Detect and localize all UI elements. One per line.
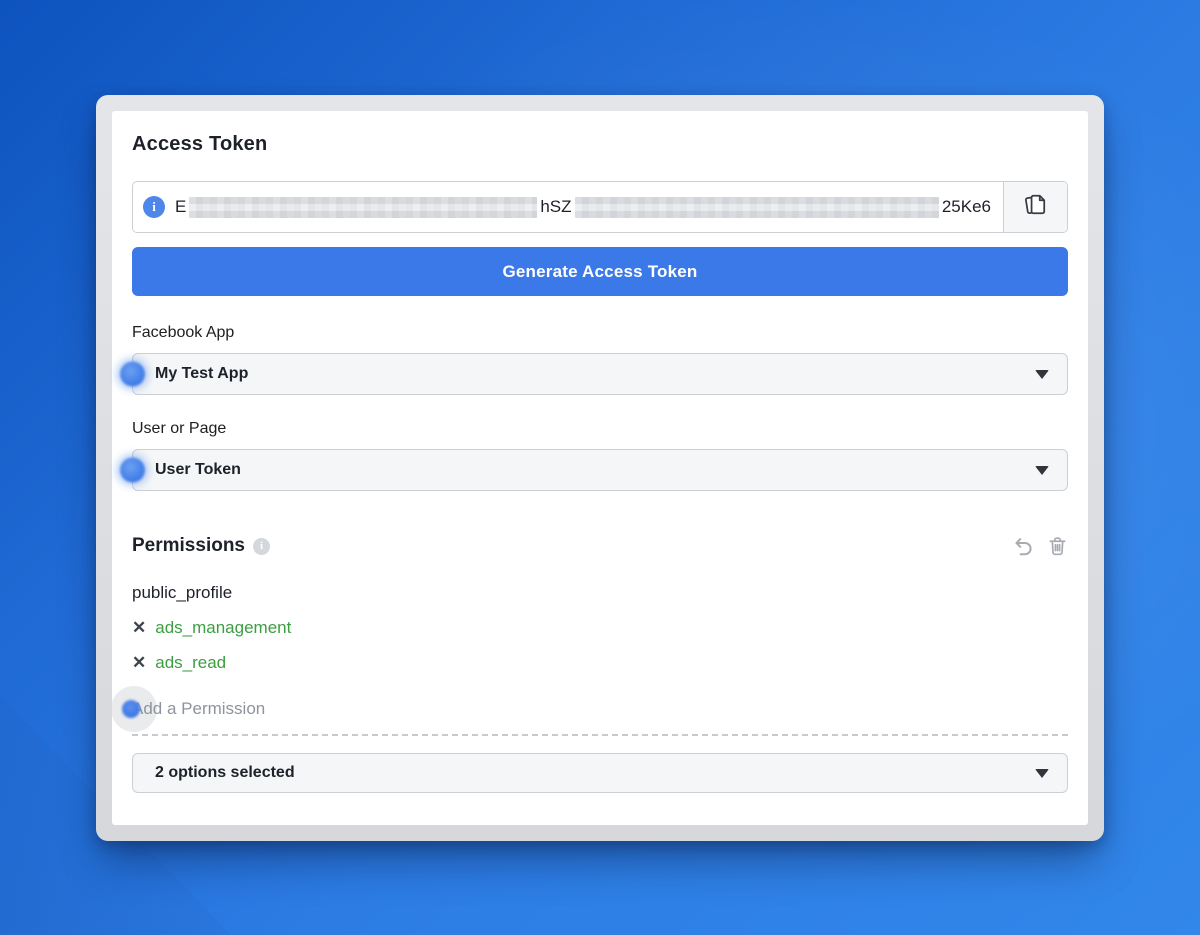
permission-link[interactable]: ads_read: [155, 651, 226, 674]
add-permission-row: [111, 686, 1068, 732]
field-label-facebook-app: Facebook App: [132, 324, 235, 341]
field-label-user-or-page: User or Page: [132, 420, 227, 437]
token-value: E hSZ 25Ke6: [175, 196, 991, 218]
trash-icon: [1047, 537, 1068, 560]
generate-access-token-button[interactable]: Generate Access Token: [132, 247, 1068, 296]
info-icon[interactable]: i: [253, 537, 270, 555]
permission-item: ✕ ads_management: [132, 616, 1068, 639]
permissions-actions: [1012, 535, 1068, 557]
page-title: Access Token: [132, 133, 268, 155]
redacted-user-avatar: [120, 457, 145, 483]
token-redacted-segment: [189, 196, 538, 218]
dashed-divider: [132, 734, 1068, 736]
permission-item: public_profile: [132, 581, 1068, 604]
add-permission-input[interactable]: [132, 699, 1068, 719]
facebook-app-dropdown-value: My Test App: [155, 365, 249, 382]
token-visible-start: E: [175, 197, 187, 216]
remove-permission-icon[interactable]: ✕: [132, 616, 146, 639]
user-or-page-dropdown[interactable]: User Token: [120, 449, 1068, 491]
undo-permissions-button[interactable]: [1012, 535, 1034, 557]
permissions-summary-value: 2 options selected: [155, 764, 295, 781]
token-visible-end: 25Ke6: [941, 197, 991, 216]
copy-token-button[interactable]: [1003, 182, 1067, 232]
undo-icon: [1012, 538, 1034, 560]
permission-link[interactable]: ads_management: [155, 616, 291, 639]
user-or-page-dropdown-value: User Token: [155, 461, 241, 478]
permissions-header: Permissions i: [132, 535, 1068, 557]
access-token-panel: Access Token i E hSZ 25Ke6 Generate Acce…: [111, 111, 1088, 825]
permissions-heading: Permissions: [132, 535, 245, 556]
access-token-field[interactable]: i E hSZ 25Ke6: [132, 181, 1068, 233]
remove-permission-icon[interactable]: ✕: [132, 651, 146, 674]
info-icon[interactable]: i: [143, 196, 165, 218]
permission-item: ✕ ads_read: [132, 651, 1068, 674]
access-token-card: Access Token i E hSZ 25Ke6 Generate Acce…: [96, 95, 1104, 841]
token-visible-middle: hSZ: [540, 197, 572, 216]
chevron-down-icon: [1035, 465, 1049, 475]
clear-permissions-button[interactable]: [1047, 535, 1068, 557]
chevron-down-icon: [1035, 369, 1049, 379]
redacted-app-avatar: [120, 361, 145, 387]
token-input[interactable]: i E hSZ 25Ke6: [133, 182, 1003, 232]
permission-name: public_profile: [132, 583, 233, 602]
permissions-summary-dropdown[interactable]: 2 options selected: [132, 753, 1068, 793]
copy-icon: [1022, 191, 1049, 223]
permissions-list: public_profile ✕ ads_management ✕ ads_re…: [132, 581, 1068, 674]
token-redacted-segment: [574, 196, 939, 218]
facebook-app-dropdown[interactable]: My Test App: [120, 353, 1068, 395]
chevron-down-icon: [1035, 768, 1049, 778]
